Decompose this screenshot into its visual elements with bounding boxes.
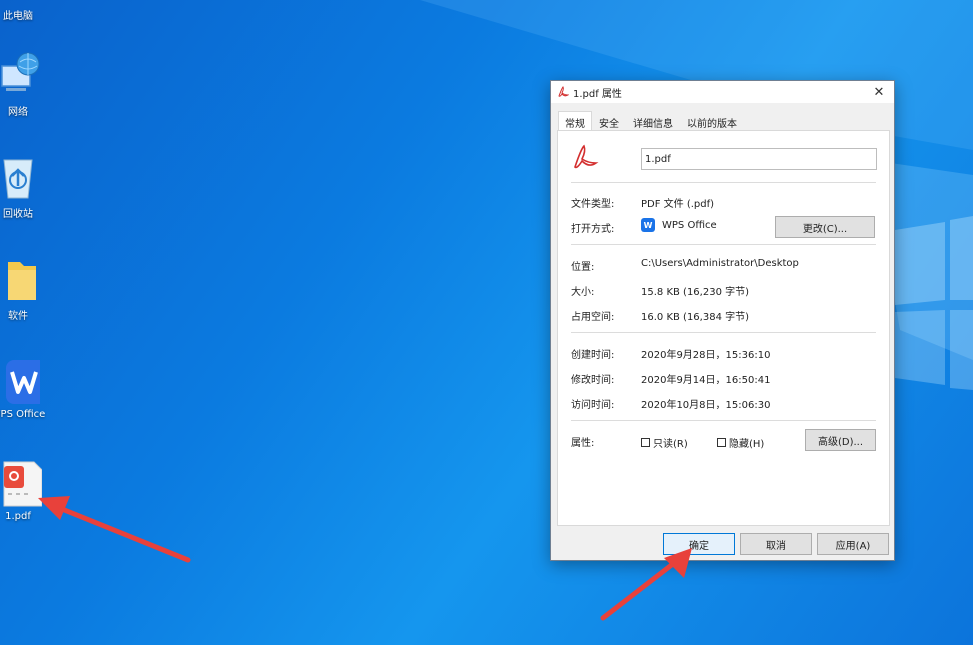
file-type-value: PDF 文件 (.pdf) <box>641 199 715 210</box>
readonly-label: 只读(R) <box>653 439 688 450</box>
dialog-title: 1.pdf 属性 <box>573 88 622 100</box>
apply-button[interactable]: 应用(A) <box>817 533 889 555</box>
advanced-button[interactable]: 高级(D)... <box>805 429 876 451</box>
desktop-icon-wps-office[interactable]: WPS Office <box>0 358 48 420</box>
file-type-label: 文件类型: <box>571 199 615 210</box>
desktop-icon-pdf-file[interactable]: 1.pdf <box>0 460 48 522</box>
pdf-file-icon <box>574 144 599 169</box>
wps-office-icon <box>6 360 40 404</box>
checkbox-box <box>717 438 726 447</box>
created-label: 创建时间: <box>571 350 615 361</box>
tab-general[interactable]: 常规 <box>558 111 592 131</box>
desktop-icon-label: 网络 <box>8 107 28 118</box>
dialog-titlebar[interactable]: 1.pdf 属性 ✕ <box>551 81 894 103</box>
desktop-icon-network[interactable]: 网络 <box>0 52 48 118</box>
divider <box>571 420 876 421</box>
location-value: C:\Users\Administrator\Desktop <box>641 258 799 269</box>
desktop-icon-label: 此电脑 <box>3 11 33 22</box>
recycle-bin-icon <box>3 159 33 199</box>
filename-input[interactable] <box>641 148 877 170</box>
change-button[interactable]: 更改(C)... <box>775 216 875 238</box>
divider <box>571 332 876 333</box>
accessed-value: 2020年10月8日，15:06:30 <box>641 400 771 411</box>
size-label: 大小: <box>571 287 595 298</box>
desktop-icon-recycle-bin[interactable]: 回收站 <box>0 154 48 220</box>
wps-office-icon: W <box>641 218 655 232</box>
accessed-label: 访问时间: <box>571 400 615 411</box>
modified-value: 2020年9月14日，16:50:41 <box>641 375 771 386</box>
folder-icon <box>8 262 36 300</box>
open-with-value: W WPS Office <box>641 218 717 232</box>
checkbox-box <box>641 438 650 447</box>
network-icon <box>1 52 40 91</box>
general-tab-panel: 文件类型: PDF 文件 (.pdf) 打开方式: W WPS Office 更改… <box>557 130 890 526</box>
desktop-icon-label: 回收站 <box>3 209 33 220</box>
cancel-button[interactable]: 取消 <box>740 533 812 555</box>
pdf-small-icon <box>558 86 569 97</box>
open-with-label: 打开方式: <box>571 224 615 235</box>
open-with-app-name: WPS Office <box>662 220 717 231</box>
desktop-icon-label: WPS Office <box>0 409 46 420</box>
desktop-icon-label: 1.pdf <box>5 511 31 522</box>
desktop-icon-this-pc[interactable]: 此电脑 <box>0 4 48 22</box>
attributes-label: 属性: <box>571 438 595 449</box>
tab-security[interactable]: 安全 <box>592 111 626 130</box>
tab-previous-versions[interactable]: 以前的版本 <box>680 111 744 130</box>
hidden-label: 隐藏(H) <box>729 439 765 450</box>
divider <box>571 182 876 183</box>
desktop-icon-software-folder[interactable]: 软件 <box>0 256 48 322</box>
tab-bar: 常规 安全 详细信息 以前的版本 <box>558 111 744 131</box>
disk-size-label: 占用空间: <box>571 312 615 323</box>
readonly-checkbox[interactable]: 只读(R) <box>641 435 688 450</box>
size-value: 15.8 KB (16,230 字节) <box>641 287 750 298</box>
created-value: 2020年9月28日，15:36:10 <box>641 350 771 361</box>
desktop-icon-label: 软件 <box>8 311 28 322</box>
disk-size-value: 16.0 KB (16,384 字节) <box>641 312 750 323</box>
close-button[interactable]: ✕ <box>864 81 894 103</box>
modified-label: 修改时间: <box>571 375 615 386</box>
properties-dialog: 1.pdf 属性 ✕ 常规 安全 详细信息 以前的版本 文件类型: PDF 文件… <box>550 80 895 561</box>
pdf-file-icon <box>3 461 42 507</box>
location-label: 位置: <box>571 262 595 273</box>
hidden-checkbox[interactable]: 隐藏(H) <box>717 435 764 450</box>
ok-button[interactable]: 确定 <box>663 533 735 555</box>
close-icon: ✕ <box>873 84 885 100</box>
divider <box>571 244 876 245</box>
arrow-to-pdf-icon <box>38 496 191 563</box>
tab-details[interactable]: 详细信息 <box>626 111 680 130</box>
